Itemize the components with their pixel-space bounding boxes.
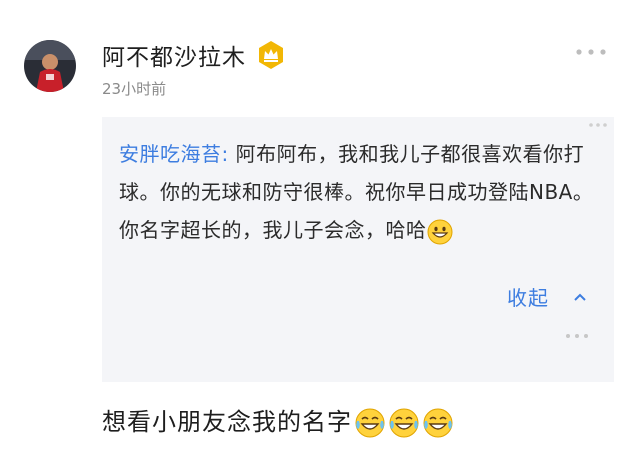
- reply-text: 想看小朋友念我的名字: [102, 402, 454, 439]
- comment-time: 23小时前: [102, 80, 167, 98]
- tears-of-joy-emoji: [355, 408, 385, 438]
- quoted-comment-text: 安胖吃海苔: 阿布阿布，我和我儿子都很喜欢看你打球。你的无球和防守很棒。祝你早日…: [119, 135, 604, 249]
- reply-body: 想看小朋友念我的名字: [102, 408, 352, 436]
- avatar[interactable]: [24, 40, 76, 92]
- quote-more-dots-icon[interactable]: [564, 331, 590, 341]
- quote-menu-dots-icon[interactable]: [588, 121, 608, 129]
- tears-of-joy-emoji: [389, 408, 419, 438]
- grinning-face-emoji: [427, 219, 452, 244]
- quoted-comment: 安胖吃海苔: 阿布阿布，我和我儿子都很喜欢看你打球。你的无球和防守很棒。祝你早日…: [102, 117, 614, 382]
- avatar-image: [24, 40, 76, 92]
- crown-vip-icon: [259, 41, 283, 69]
- collapse-button[interactable]: 收起: [507, 282, 549, 311]
- more-dots-icon[interactable]: [573, 44, 609, 60]
- quoted-author-link[interactable]: 安胖吃海苔:: [119, 142, 229, 166]
- username[interactable]: 阿不都沙拉木: [102, 38, 246, 72]
- chevron-up-icon[interactable]: [573, 292, 587, 302]
- tears-of-joy-emoji: [423, 408, 453, 438]
